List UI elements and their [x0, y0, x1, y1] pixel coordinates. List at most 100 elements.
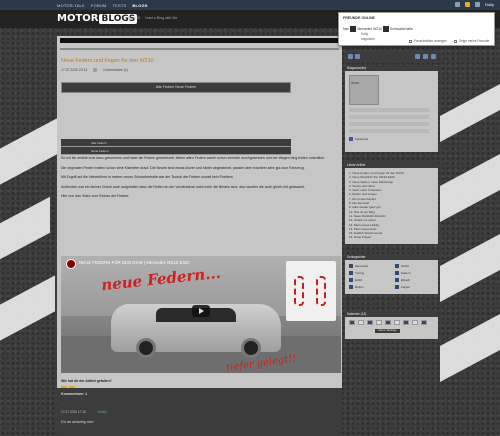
- facebook-link[interactable]: Facebook: [355, 137, 368, 141]
- blog-post-content: Neue Federn und Fegen für den W210 17.07…: [57, 36, 342, 436]
- show-friendlist-checkbox[interactable]: Freundesliste anzeigen: [409, 39, 447, 43]
- archive-title: Kalender (12): [345, 311, 438, 317]
- facebook-icon[interactable]: [349, 137, 353, 141]
- tags-box: Schlagwörter Mercedes W210 Tuning Federn…: [345, 254, 438, 294]
- tag-link[interactable]: W210: [395, 264, 409, 269]
- subnav-start-blog[interactable]: Hast a Blog with Me: [145, 16, 177, 20]
- comment-author[interactable]: Dolly4: [98, 410, 107, 414]
- calendar-day[interactable]: [367, 320, 373, 325]
- checkbox-icon[interactable]: [409, 39, 412, 43]
- friend-subtitle: Dolly: [361, 32, 369, 36]
- tag-link[interactable]: Tuning: [349, 271, 364, 276]
- notification-bell-icon[interactable]: [465, 2, 471, 7]
- paragraph: Außerdem war ein kleiner Check auch aufg…: [61, 184, 306, 189]
- sidebar-toolbar: [345, 51, 438, 63]
- calendar-day[interactable]: [412, 320, 418, 325]
- comment-meta: 17.07.2020 17:18 Dolly4: [61, 410, 107, 414]
- post-title[interactable]: Neue Federn und Fegen für den W210: [61, 58, 154, 64]
- tab-tests[interactable]: TESTS: [113, 3, 127, 8]
- play-button-icon[interactable]: [192, 305, 210, 317]
- friends-online-popup: FREUNDE ONLINE Neu Mercedes W210 Schraub…: [338, 12, 495, 46]
- road-stripe: [0, 275, 55, 341]
- subnav-blogs[interactable]: BLOGS: [128, 16, 140, 20]
- tag-link[interactable]: Federn: [395, 271, 411, 276]
- checkbox-label: Zeige meine Freunde: [459, 39, 490, 43]
- author-stats: [349, 108, 429, 136]
- paragraph: Mit Zugriff auf die Hebebühne in meiner …: [61, 175, 234, 180]
- message-icon[interactable]: [455, 2, 461, 7]
- caption-old-springs: Alte Federn: [61, 139, 291, 147]
- article-link[interactable]: 16. Neue Felgen: [349, 235, 435, 239]
- top-navigation: MOTOR-TALK FORUM TESTS BLOGS Dolly: [0, 0, 500, 10]
- comments-heading: Kommentare: 1: [61, 392, 88, 396]
- road-stripe: [440, 234, 500, 302]
- latest-articles-title: Letzte Artikel: [345, 162, 438, 168]
- tag-link[interactable]: Eibach: [395, 278, 410, 283]
- show-my-friends-checkbox[interactable]: Zeige meine Freunde: [454, 39, 489, 43]
- calendar-day[interactable]: [403, 320, 409, 325]
- calendar-day[interactable]: [421, 320, 427, 325]
- latest-articles-list: 1. Neue Federn und Fegen für den W210 2.…: [349, 171, 435, 240]
- spring: [316, 276, 326, 306]
- friend-avatar: [350, 26, 357, 32]
- tag-link[interactable]: Reifen: [349, 285, 364, 290]
- tag-link[interactable]: Felgen: [395, 285, 410, 290]
- twitter-icon[interactable]: [431, 54, 436, 59]
- tab-motor-talk[interactable]: MOTOR-TALK: [57, 3, 85, 8]
- tab-forum[interactable]: FORUM: [91, 3, 107, 8]
- post-header-band: [60, 38, 339, 43]
- calendar-day[interactable]: [385, 320, 391, 325]
- youtube-video-embed[interactable]: NEUE FEDERN FÜR DEN DIAB | Mercedes W210…: [61, 256, 341, 373]
- tab-blogs[interactable]: BLOGS: [132, 3, 147, 8]
- author-box-title: Blogautor(en): [345, 65, 438, 71]
- author-avatar-icon[interactable]: [93, 68, 98, 72]
- channel-avatar-icon[interactable]: [66, 259, 76, 269]
- share-icon[interactable]: [415, 54, 420, 59]
- paragraph: So ich bin endlich mal dazu gekommen und…: [61, 156, 325, 160]
- tags-title: Schlagwörter: [345, 254, 438, 260]
- tag-link[interactable]: E320: [349, 278, 362, 283]
- latest-articles-box: Letzte Artikel 1. Neue Federn und Fegen …: [345, 162, 438, 244]
- post-meta: 17.07.2020 23:14 Kommentare (1): [61, 68, 128, 72]
- friend-name[interactable]: Mercedes W210: [357, 27, 382, 31]
- friend-action[interactable]: angucken: [361, 37, 375, 41]
- older-posts-button[interactable]: Älteren Beiträge: [375, 329, 400, 333]
- rating-prompt: Wie hat dir der Artikel gefallen?: [61, 379, 112, 383]
- bookmark-icon[interactable]: [355, 54, 360, 59]
- paragraph: Die originalen Federn hatten schon viele…: [61, 165, 305, 170]
- friends-popup-title: FREUNDE ONLINE: [343, 16, 375, 20]
- friends-icon[interactable]: [475, 2, 481, 7]
- car-wheel: [241, 338, 261, 358]
- comment-date: 17.07.2020 17:18: [61, 410, 86, 414]
- archive-calendar-box: Kalender (12) Älteren Beiträge: [345, 311, 438, 339]
- comment-count-link[interactable]: Kommentare (1): [103, 68, 128, 72]
- author-name[interactable]: W210: [351, 81, 359, 85]
- video-title[interactable]: NEUE FEDERN FÜR DEN DIAB | Mercedes W210…: [79, 260, 190, 265]
- rss-icon[interactable]: [348, 54, 353, 59]
- caption-new-springs: Neue Federn: [61, 147, 291, 155]
- calendar-grid: [349, 320, 428, 325]
- author-box: Blogautor(en) W210 Facebook: [345, 65, 438, 152]
- calendar-day[interactable]: [376, 320, 382, 325]
- author-avatar[interactable]: [349, 75, 379, 105]
- comments-section: Kommentare: 1 17.07.2020 17:18 Dolly4 D'…: [57, 388, 342, 436]
- comment-text: D's an amazing one!: [61, 420, 94, 424]
- calendar-day[interactable]: [349, 320, 355, 325]
- spring: [294, 276, 304, 306]
- paragraph: Hier nun das Video vom Einbau der Federn…: [61, 194, 130, 199]
- road-stripe: [0, 196, 50, 260]
- calendar-day[interactable]: [394, 320, 400, 325]
- motorblogs-logo[interactable]: MOTOR BLOGS: [57, 13, 138, 24]
- user-menu[interactable]: Dolly: [485, 2, 494, 7]
- calendar-day[interactable]: [358, 320, 364, 325]
- friend-row[interactable]: Neu Mercedes W210 Schrauberhalle: [343, 26, 413, 32]
- logo-motor-text: MOTOR: [57, 13, 99, 24]
- tag-link[interactable]: Mercedes: [349, 264, 368, 269]
- facebook-icon[interactable]: [423, 54, 428, 59]
- road-stripe: [440, 314, 500, 382]
- before-after-image-caption[interactable]: Alte Federn Neue Federn: [61, 82, 291, 93]
- checkbox-icon[interactable]: [454, 39, 457, 43]
- friend-prefix: Neu: [343, 27, 350, 31]
- blog-subnav: BLOGS Hast a Blog with Me: [128, 16, 177, 20]
- checkbox-label: Freundesliste anzeigen: [414, 39, 447, 43]
